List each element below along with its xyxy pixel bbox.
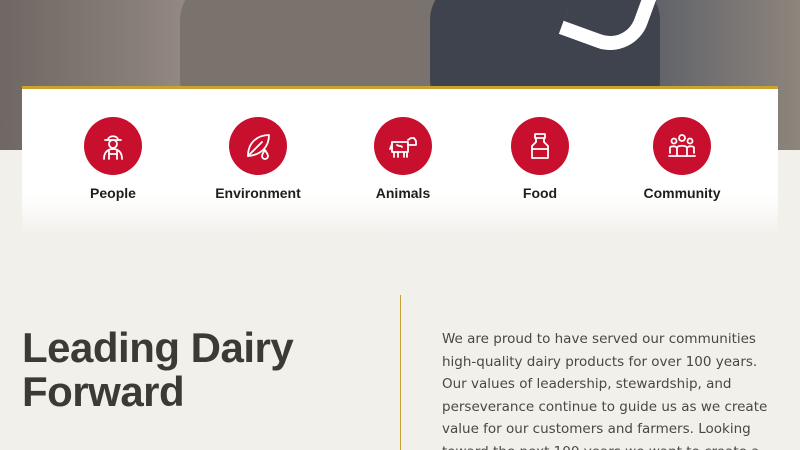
pillar-label-environment: Environment [215, 185, 301, 201]
pillar-people[interactable]: People [53, 117, 173, 201]
leaf-drop-icon [229, 117, 287, 175]
farmer-icon [84, 117, 142, 175]
milk-can-icon [511, 117, 569, 175]
pillar-label-community: Community [643, 185, 721, 201]
pillar-label-animals: Animals [375, 185, 431, 201]
pillar-animals[interactable]: Animals [343, 117, 463, 201]
section-body-text: We are proud to have served our communit… [442, 331, 768, 450]
section-heading: Leading Dairy Forward [22, 324, 294, 415]
pillar-environment[interactable]: Environment [198, 117, 318, 201]
pillar-food[interactable]: Food [480, 117, 600, 201]
pillars-card: People Environment Animals Food Communit… [22, 86, 778, 236]
pillar-label-people: People [90, 185, 136, 201]
pillar-community[interactable]: Community [622, 117, 742, 201]
pillar-label-food: Food [522, 185, 558, 201]
community-icon [653, 117, 711, 175]
section-divider [400, 295, 401, 450]
cow-icon [374, 117, 432, 175]
